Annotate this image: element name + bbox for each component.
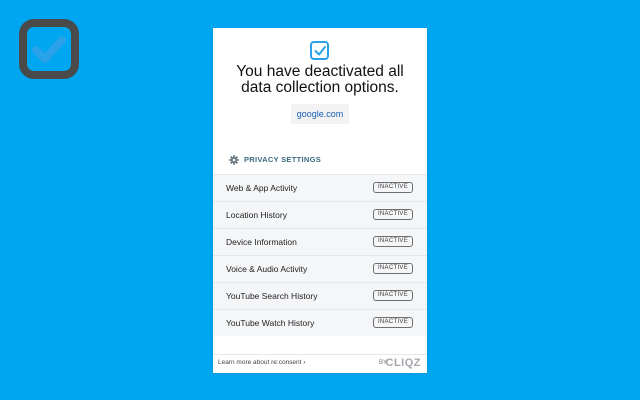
list-item[interactable]: Voice & Audio Activity INACTIVE [213,255,427,282]
check-square-icon [310,41,329,60]
settings-list: Web & App Activity INACTIVE Location His… [213,174,427,336]
status-badge[interactable]: INACTIVE [373,182,413,193]
check-square-icon [19,19,79,79]
headline-line-1: You have deactivated all [236,63,404,80]
setting-label: Device Information [226,237,297,247]
list-item[interactable]: Location History INACTIVE [213,201,427,228]
panel-footer: Learn more about re:consent › BY CLIQZ [213,354,427,373]
setting-label: YouTube Search History [226,291,318,301]
section-header: PRIVACY SETTINGS [213,152,427,170]
status-badge[interactable]: INACTIVE [373,236,413,247]
status-badge[interactable]: INACTIVE [373,317,413,328]
list-item[interactable]: YouTube Watch History INACTIVE [213,309,427,336]
site-badge: google.com [291,104,349,124]
setting-label: Web & App Activity [226,183,298,193]
section-title: PRIVACY SETTINGS [244,155,322,164]
cliqz-logo: CLIQZ [385,357,421,369]
setting-label: Voice & Audio Activity [226,264,308,274]
setting-label: YouTube Watch History [226,318,315,328]
list-item[interactable]: YouTube Search History INACTIVE [213,282,427,309]
gear-icon [229,155,239,165]
list-item[interactable]: Web & App Activity INACTIVE [213,174,427,201]
status-badge[interactable]: INACTIVE [373,263,413,274]
list-item[interactable]: Device Information INACTIVE [213,228,427,255]
headline-line-2: data collection options. [241,79,399,96]
learn-more-link[interactable]: Learn more about re:consent › [218,359,305,366]
page-title: You have deactivated all data collection… [213,64,427,96]
setting-label: Location History [226,210,287,220]
status-badge[interactable]: INACTIVE [373,290,413,301]
popup-panel: You have deactivated all data collection… [213,28,427,373]
status-badge[interactable]: INACTIVE [373,209,413,220]
